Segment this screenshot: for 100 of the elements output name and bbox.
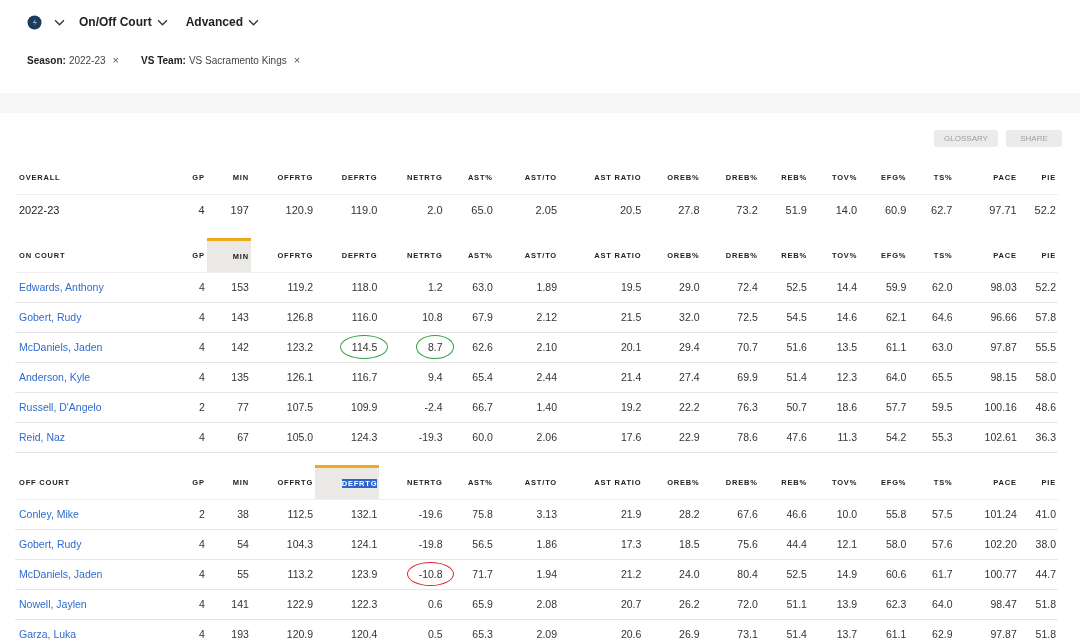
table-cell: 14.0 <box>808 194 860 226</box>
table-cell: 44.4 <box>759 529 809 559</box>
table-cell: 109.9 <box>315 392 380 422</box>
table-cell: 27.4 <box>643 362 702 392</box>
table-cell: 77 <box>206 392 251 422</box>
table-cell: 51.8 <box>1018 589 1058 619</box>
table-cell: 2 <box>175 499 207 529</box>
table-cell: 57.7 <box>859 392 909 422</box>
table-cell: 65.5 <box>908 362 955 392</box>
table-cell: 59.9 <box>859 272 909 302</box>
table-cell: 24.0 <box>643 559 702 589</box>
table-cell: 52.2 <box>1018 194 1058 226</box>
table-cell: 51.4 <box>759 362 809 392</box>
table-cell: 57.8 <box>1018 302 1058 332</box>
table-cell: 2 <box>175 392 207 422</box>
table-cell: 73.2 <box>701 194 760 226</box>
table-cell: 122.9 <box>250 589 316 619</box>
table-cell: 2.0 <box>379 194 445 226</box>
table-cell: 60.0 <box>444 422 495 452</box>
table-cell: 51.8 <box>1018 619 1058 640</box>
table-cell: 4 <box>175 302 207 332</box>
table-cell: -2.4 <box>379 392 445 422</box>
table-cell: 67.9 <box>444 302 495 332</box>
table-cell: 38 <box>206 499 251 529</box>
table-cell: 32.0 <box>643 302 702 332</box>
remove-filter-button[interactable]: × <box>108 54 120 66</box>
remove-filter-button[interactable]: × <box>289 54 301 66</box>
table-cell: 58.0 <box>1018 362 1058 392</box>
table-cell: 51.9 <box>759 194 809 226</box>
table-cell: 153 <box>206 272 251 302</box>
table-cell: 21.2 <box>559 559 644 589</box>
player-link[interactable]: Anderson, Kyle <box>19 371 91 383</box>
table-cell: -10.8 <box>418 568 443 580</box>
table-cell: 54 <box>206 529 251 559</box>
table-cell: 56.5 <box>444 529 495 559</box>
table-cell: 132.1 <box>315 499 380 529</box>
table-cell: 72.0 <box>701 589 760 619</box>
table-cell: 18.6 <box>808 392 860 422</box>
table-cell: 2.12 <box>494 302 559 332</box>
table-cell: 65.4 <box>444 362 495 392</box>
table-cell: 62.1 <box>859 302 909 332</box>
chevron-down-icon[interactable] <box>54 18 65 26</box>
filter-label: VS Team: <box>141 54 186 66</box>
table-cell: 0.6 <box>379 589 445 619</box>
player-link[interactable]: Conley, Mike <box>19 508 79 520</box>
table-cell: 98.47 <box>954 589 1019 619</box>
table-cell: 51.1 <box>759 589 809 619</box>
table-cell: 107.5 <box>250 392 316 422</box>
table-cell: 123.2 <box>250 332 316 362</box>
table-cell: 65.3 <box>444 619 495 640</box>
table-cell: 126.8 <box>250 302 316 332</box>
player-link[interactable]: McDaniels, Jaden <box>19 568 103 580</box>
table-cell: 65.0 <box>444 194 495 226</box>
table-cell: 19.5 <box>559 272 644 302</box>
table-cell: 2022-23 <box>15 194 176 226</box>
table-cell: 1.2 <box>379 272 445 302</box>
table-cell: 4 <box>175 272 207 302</box>
player-link[interactable]: Nowell, Jaylen <box>19 598 87 610</box>
player-link[interactable]: Reid, Naz <box>19 431 66 443</box>
table-cell: 62.6 <box>444 332 495 362</box>
table-cell: 124.1 <box>315 529 380 559</box>
table-cell: 62.0 <box>908 272 955 302</box>
table-cell: 72.5 <box>701 302 760 332</box>
table-cell: 60.6 <box>859 559 909 589</box>
table-cell: 2.10 <box>494 332 559 362</box>
table-cell: 105.0 <box>250 422 316 452</box>
table-cell: 51.4 <box>759 619 809 640</box>
table-cell: 1.40 <box>494 392 559 422</box>
table-cell: 20.5 <box>559 194 644 226</box>
player-link[interactable]: McDaniels, Jaden <box>19 341 103 353</box>
table-cell: 67 <box>206 422 251 452</box>
table-cell: 52.5 <box>759 272 809 302</box>
dropdown-menu[interactable]: On/Off Court <box>79 15 168 29</box>
table-cell: 55.3 <box>908 422 955 452</box>
table-cell: 18.5 <box>643 529 702 559</box>
table-cell: 64.0 <box>908 589 955 619</box>
team-logo-icon[interactable] <box>27 14 42 30</box>
player-link[interactable]: Gobert, Rudy <box>19 538 82 550</box>
table-cell: 120.9 <box>250 194 316 226</box>
table-cell: 71.7 <box>444 559 495 589</box>
table-cell: 14.4 <box>808 272 860 302</box>
table-cell: 21.5 <box>559 302 644 332</box>
player-link[interactable]: Gobert, Rudy <box>19 311 82 323</box>
player-link[interactable]: Edwards, Anthony <box>19 281 104 293</box>
table-cell: 55 <box>206 559 251 589</box>
dropdown-menu[interactable]: Advanced <box>185 15 259 29</box>
table-cell: 142 <box>206 332 251 362</box>
table-cell: 116.0 <box>315 302 380 332</box>
player-link[interactable]: Russell, D'Angelo <box>19 401 102 413</box>
table-cell: 29.4 <box>643 332 702 362</box>
table-cell: 59.5 <box>908 392 955 422</box>
table-cell: 104.3 <box>250 529 316 559</box>
table-cell: 197 <box>206 194 251 226</box>
filter-value: 2022-23 <box>68 54 106 66</box>
table-cell: 112.5 <box>250 499 316 529</box>
table-cell: 12.1 <box>808 529 860 559</box>
table-cell: 57.6 <box>908 529 955 559</box>
table-cell: 4 <box>175 589 207 619</box>
table-cell: 114.5 <box>351 341 378 353</box>
player-link[interactable]: Garza, Luka <box>19 628 77 640</box>
